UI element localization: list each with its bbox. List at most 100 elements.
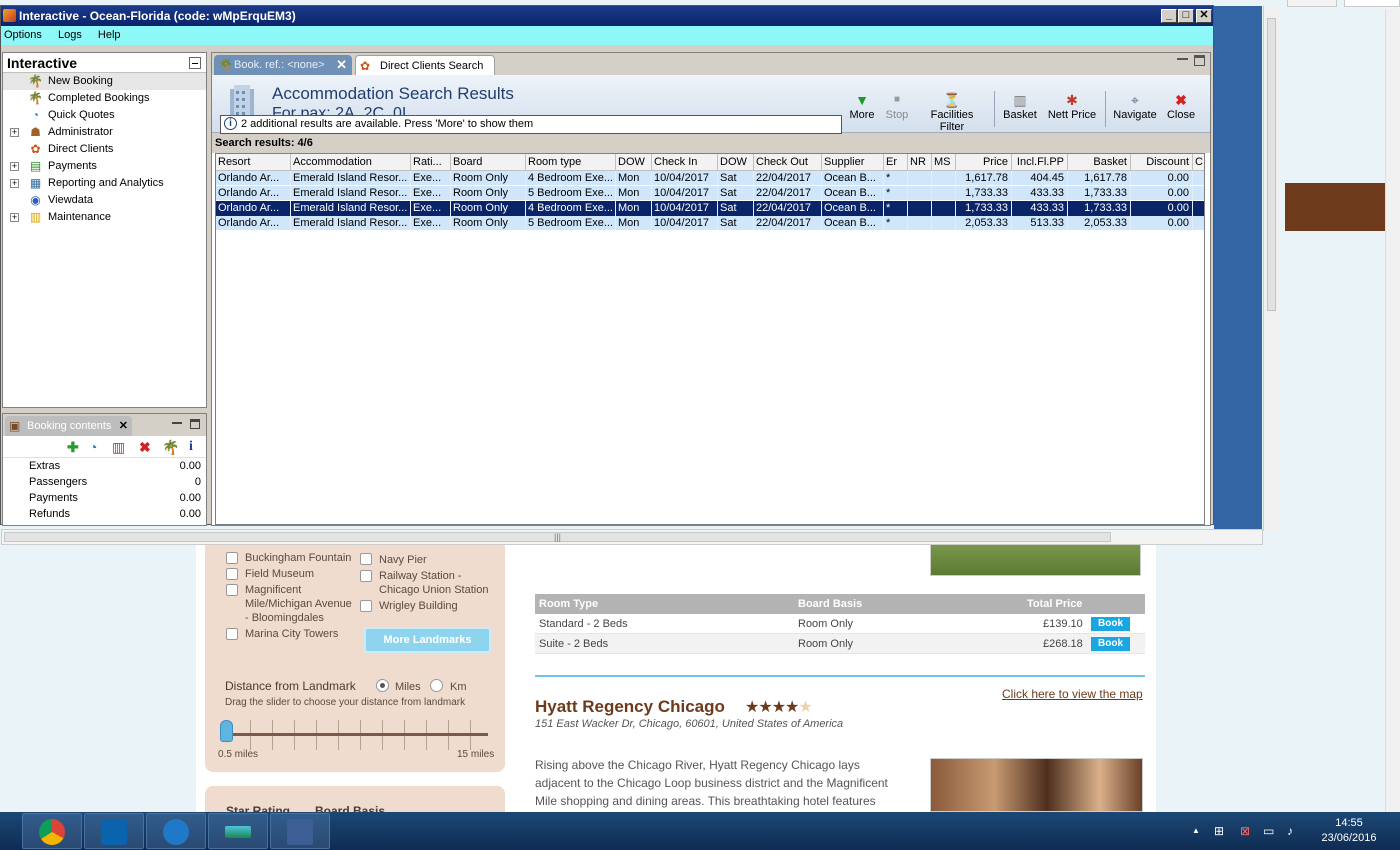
book-button[interactable]: Book [1091, 637, 1130, 651]
tree-item-maintenance[interactable]: + ▥ Maintenance [3, 209, 206, 226]
grid-column-header[interactable]: DOW [718, 154, 754, 170]
grid-column-header[interactable]: Rati... [411, 154, 451, 170]
distance-slider-handle[interactable] [220, 720, 233, 742]
grid-column-header[interactable]: Check Out [754, 154, 822, 170]
grid-column-header[interactable]: Er [884, 154, 908, 170]
menu-logs[interactable]: Logs [58, 29, 82, 41]
close-window-button[interactable]: ✕ [1196, 9, 1212, 23]
navigate-button[interactable]: ⌖ Navigate [1112, 91, 1158, 127]
grid-column-header[interactable]: Board [451, 154, 526, 170]
table-row[interactable]: Orlando Ar... Emerald Island Resor... Exe.… [216, 171, 1204, 186]
tree-item-viewdata[interactable]: ◉ Viewdata [3, 192, 206, 209]
browser-tab[interactable] [1287, 0, 1337, 7]
km-radio[interactable] [430, 679, 443, 692]
tab-direct-clients-search[interactable]: ✿ Direct Clients Search [355, 55, 495, 75]
pane-maximize-button[interactable] [190, 419, 200, 429]
browser-tab[interactable] [1344, 0, 1400, 7]
grid-column-header[interactable]: NR [908, 154, 932, 170]
landmark-checkbox[interactable] [226, 568, 238, 580]
browser-scrollbar[interactable] [1385, 9, 1400, 812]
app-taskbar-button[interactable] [146, 813, 206, 849]
landmark-checkbox[interactable] [226, 628, 238, 640]
volume-icon[interactable]: ♪ [1287, 824, 1293, 838]
landmark-checkbox[interactable] [226, 552, 238, 564]
expand-icon[interactable]: + [10, 162, 19, 171]
nett-price-button[interactable]: ✱ Nett Price [1046, 91, 1098, 127]
add-icon[interactable]: ✚ [67, 439, 79, 455]
grid-column-header[interactable]: MS [932, 154, 956, 170]
close-icon[interactable]: ✕ [119, 416, 128, 436]
expand-icon[interactable]: + [10, 179, 19, 188]
table-row[interactable]: Orlando Ar... Emerald Island Resor... Exe.… [216, 201, 1204, 216]
facilities-filter-button[interactable]: ⏳ Facilities Filter [917, 91, 987, 133]
interactive-taskbar-button[interactable] [208, 813, 268, 849]
tree-item-administrator[interactable]: + ☗ Administrator [3, 124, 206, 141]
network-error-icon[interactable]: ⊠ [1240, 824, 1250, 838]
expand-icon[interactable]: + [10, 128, 19, 137]
miles-radio[interactable] [376, 679, 389, 692]
grid-column-header[interactable]: DOW [616, 154, 652, 170]
book-button[interactable]: Book [1091, 617, 1130, 631]
hotel-photo[interactable] [930, 540, 1141, 576]
clock[interactable]: 14:55 23/06/2016 [1318, 816, 1380, 846]
vertical-scrollbar[interactable] [1263, 6, 1279, 531]
remote-desktop-taskbar-button[interactable] [270, 813, 330, 849]
hotel-name[interactable]: Hyatt Regency Chicago [535, 697, 725, 717]
menu-options[interactable]: Options [4, 29, 42, 41]
grid-column-header[interactable]: Accommodation [291, 154, 411, 170]
tree-item-payments[interactable]: + ▤ Payments [3, 158, 206, 175]
minimize-button[interactable]: _ [1161, 9, 1177, 23]
close-icon[interactable]: ✕ [336, 55, 347, 75]
grid-column-header[interactable]: Supplier [822, 154, 884, 170]
action-center-icon[interactable]: ▭ [1263, 824, 1274, 838]
landmark-checkbox[interactable] [360, 570, 372, 582]
table-row[interactable]: Orlando Ar... Emerald Island Resor... Exe.… [216, 216, 1204, 231]
basket-button[interactable]: ▥ Basket [1002, 91, 1038, 127]
tree-item-direct-clients[interactable]: ✿ Direct Clients [3, 141, 206, 158]
table-row[interactable]: Orlando Ar... Emerald Island Resor... Exe.… [216, 186, 1204, 201]
pane-minimize-button[interactable] [189, 57, 201, 69]
stop-button[interactable]: ■ Stop [884, 91, 910, 127]
more-landmarks-button[interactable]: More Landmarks [364, 627, 491, 653]
pane-minimize-button[interactable] [1177, 58, 1188, 60]
window-titlebar[interactable]: Interactive - Ocean-Florida (code: wMpEr… [1, 6, 1213, 26]
grid-column-header[interactable]: Price [956, 154, 1012, 170]
grid-column-header[interactable]: Resort [216, 154, 291, 170]
grid-column-header[interactable]: Incl.Fl.PP [1012, 154, 1068, 170]
outlook-taskbar-button[interactable] [84, 813, 144, 849]
pane-minimize-button[interactable] [172, 422, 182, 424]
landmark-checkbox[interactable] [360, 553, 372, 565]
scrollbar-thumb[interactable] [1267, 18, 1276, 311]
horizontal-scrollbar[interactable]: ||| [1, 529, 1263, 545]
grid-column-header[interactable]: C [1193, 154, 1204, 170]
tree-item-new-booking[interactable]: 🌴 New Booking [3, 73, 206, 90]
grid-column-header[interactable]: Basket [1068, 154, 1131, 170]
expand-icon[interactable]: + [10, 213, 19, 222]
delete-icon[interactable]: ✖ [139, 439, 151, 455]
pane-maximize-button[interactable] [1194, 55, 1205, 66]
tree-item-reporting[interactable]: + ▦ Reporting and Analytics [3, 175, 206, 192]
distance-slider-track[interactable] [226, 733, 488, 736]
tab-booking-ref[interactable]: 🌴 Book. ref.: <none> ✕ [214, 55, 352, 75]
view-map-link[interactable]: Click here to view the map [1002, 687, 1143, 701]
close-results-button[interactable]: ✖ Close [1166, 91, 1196, 127]
more-button[interactable]: ▼ More [848, 91, 876, 127]
scrollbar-thumb[interactable]: ||| [4, 532, 1111, 542]
grid-column-header[interactable]: Discount [1131, 154, 1193, 170]
grid-column-header[interactable]: Check In [652, 154, 718, 170]
show-hidden-icons[interactable]: ▲ [1192, 826, 1200, 835]
grid-column-header[interactable]: Room type [526, 154, 616, 170]
basket-icon[interactable]: ▥ [112, 439, 125, 455]
landmark-checkbox[interactable] [360, 600, 372, 612]
maximize-button[interactable]: □ [1178, 9, 1194, 23]
tree-item-completed-bookings[interactable]: 🌴 Completed Bookings [3, 90, 206, 107]
tree-item-quick-quotes[interactable]: ◔ Quick Quotes [3, 107, 206, 124]
windows-icon[interactable]: ⊞ [1214, 824, 1224, 838]
menu-help[interactable]: Help [98, 29, 121, 41]
hotel-photo[interactable] [930, 758, 1143, 812]
landmark-checkbox[interactable] [226, 584, 238, 596]
quote-icon[interactable]: ◔ [89, 439, 97, 455]
palm-tree-icon[interactable]: 🌴 [162, 439, 179, 455]
info-icon[interactable]: i [189, 439, 193, 455]
booking-contents-tab[interactable]: ▣ Booking contents ✕ [5, 416, 132, 436]
